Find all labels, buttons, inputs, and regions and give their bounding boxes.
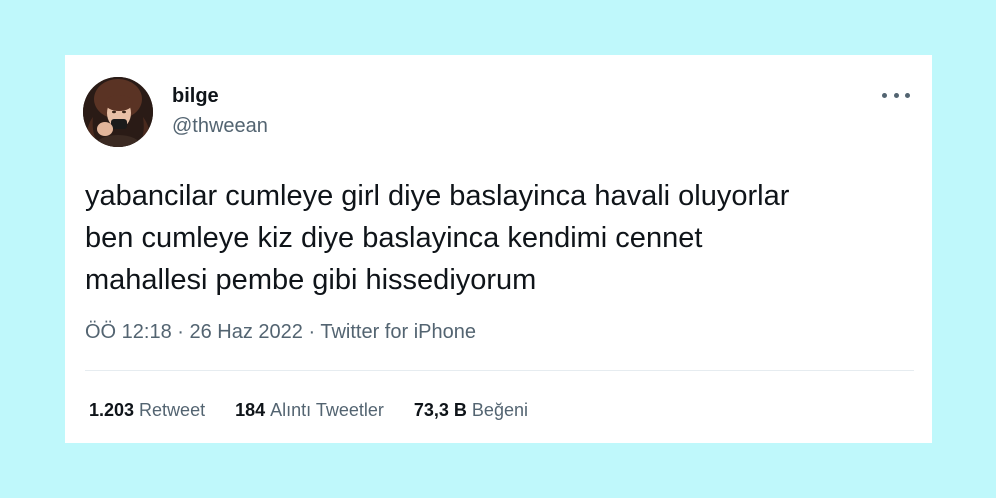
like-label: Beğeni — [471, 400, 528, 420]
retweet-stat[interactable]: 1.203 Retweet — [89, 400, 205, 421]
like-count: 73,3 B — [413, 400, 467, 420]
more-dot — [882, 92, 887, 98]
divider — [85, 370, 914, 371]
retweet-count: 1.203 — [89, 400, 135, 420]
more-dot — [893, 92, 899, 98]
retweet-label: Retweet — [139, 400, 206, 420]
tweet-time[interactable]: ÖÖ 12:18 — [85, 321, 172, 343]
tweet-meta: ÖÖ 12:18 · 26 Haz 2022 · Twitter for iPh… — [85, 321, 476, 344]
tweet-text-line: yabancilar cumleye girl diye baslayinca … — [85, 180, 790, 212]
tweet-stats: 1.203 Retweet 184 Alıntı Tweetler 73,3 B Be… — [89, 400, 558, 421]
tweet-source[interactable]: Twitter for iPhone — [320, 321, 476, 343]
quote-label: Alıntı Tweetler — [270, 400, 384, 420]
like-stat[interactable]: 73,3 B Beğeni — [414, 400, 528, 421]
tweet-text-line: mahallesi pembe gibi hissediyorum — [85, 264, 537, 296]
user-handle[interactable]: @thweean — [172, 115, 268, 138]
tweet-date[interactable]: 26 Haz 2022 — [190, 321, 303, 343]
tweet-text-line: ben cumleye kiz diye baslayinca kendimi … — [85, 222, 703, 254]
more-dot — [905, 92, 910, 98]
meta-separator: · — [308, 321, 321, 343]
avatar[interactable] — [83, 77, 153, 147]
meta-separator: · — [177, 321, 190, 343]
tweet-text: yabancilar cumleye girl diye baslayinca … — [85, 175, 915, 301]
quote-count: 184 — [235, 400, 266, 420]
tweet-card: bilge @thweean yabancilar cumleye girl d… — [65, 55, 932, 443]
quote-stat[interactable]: 184 Alıntı Tweetler — [235, 400, 384, 421]
user-display-name[interactable]: bilge — [172, 85, 219, 108]
more-horizontal-icon[interactable] — [882, 85, 910, 105]
